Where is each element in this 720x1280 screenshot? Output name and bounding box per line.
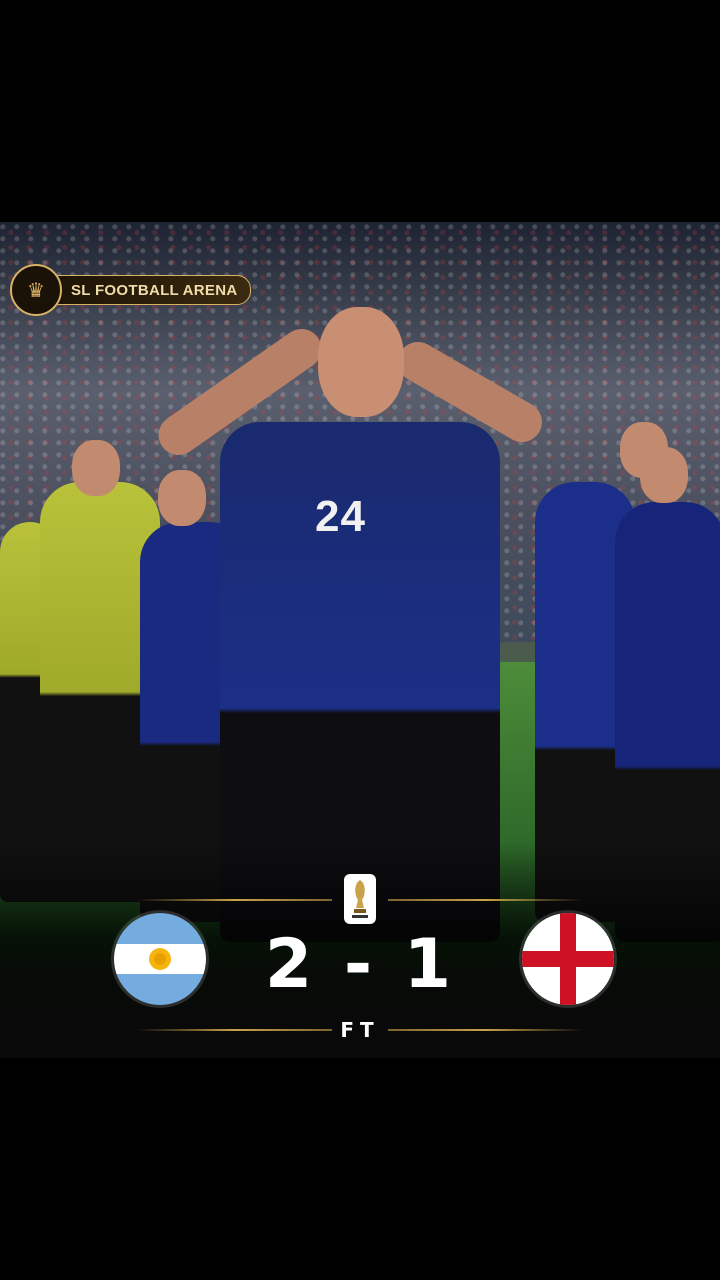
divider-bottom-right xyxy=(388,1029,583,1031)
match-status: FT xyxy=(340,1018,380,1042)
fifa-world-cup-trophy-icon xyxy=(344,874,376,924)
lion-crest-icon: ♛ xyxy=(10,264,62,316)
england-flag-icon xyxy=(522,913,614,1005)
divider-top-left xyxy=(137,899,332,901)
divider-top-right xyxy=(388,899,583,901)
watermark: ♛ SL FOOTBALL ARENA xyxy=(10,264,251,316)
bottom-letterbox xyxy=(0,1058,720,1280)
match-score: 2 - 1 xyxy=(264,925,456,1004)
argentina-flag-icon xyxy=(114,913,206,1005)
player-head xyxy=(640,447,688,503)
divider-bottom-left xyxy=(137,1029,332,1031)
player-head xyxy=(158,470,206,526)
player-head xyxy=(72,440,120,496)
top-letterbox xyxy=(0,0,720,222)
celebrating-player-head xyxy=(318,307,404,417)
shirt-number: 24 xyxy=(315,492,366,541)
watermark-label: SL FOOTBALL ARENA xyxy=(48,275,251,305)
